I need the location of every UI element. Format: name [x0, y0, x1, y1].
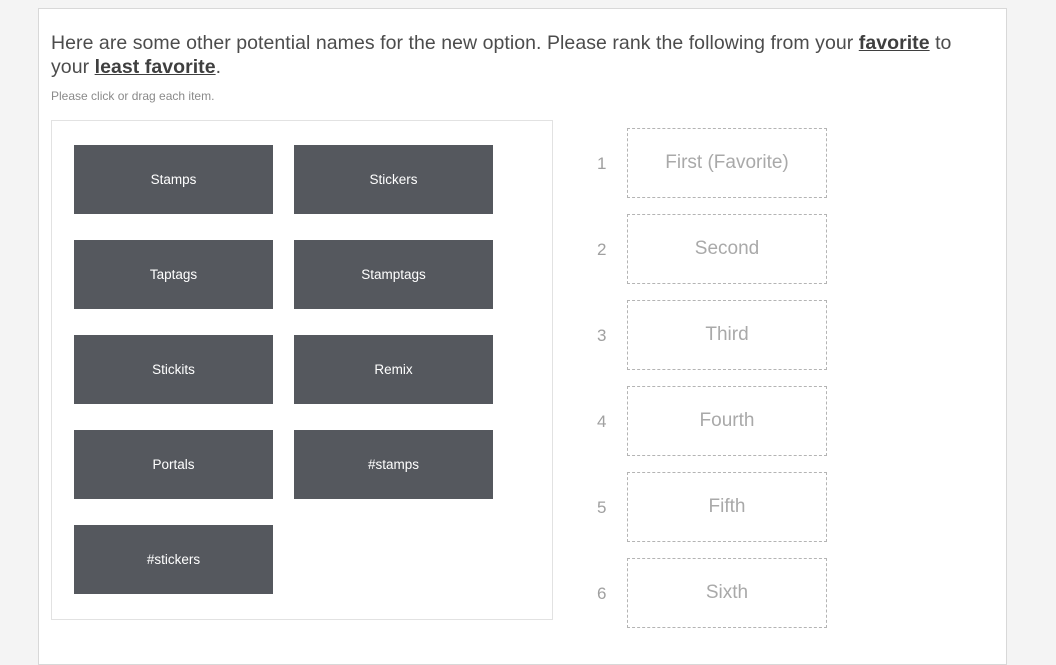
question-block: Here are some other potential names for …: [39, 9, 1006, 104]
item-tile[interactable]: Stickits: [74, 335, 273, 404]
rank-slot-dropzone[interactable]: Third: [627, 300, 827, 370]
item-tile-label: Remix: [374, 362, 413, 377]
rank-slot-number: 3: [597, 325, 607, 345]
rank-slot-number: 5: [597, 497, 607, 517]
item-grid: Stamps Stickers Taptags Stamptags Sticki…: [74, 145, 532, 594]
rank-slot-number: 6: [597, 583, 607, 603]
rank-slot-dropzone[interactable]: Fourth: [627, 386, 827, 456]
item-tile-label: #stamps: [367, 457, 420, 472]
rank-slot-placeholder: Fourth: [699, 410, 755, 431]
favorite-emphasis: favorite: [858, 32, 930, 54]
item-tile-label: #stickers: [146, 552, 201, 567]
rank-slot-row: 3 Third: [597, 300, 827, 370]
least-favorite-emphasis: least favorite: [94, 56, 216, 78]
source-items-panel: Stamps Stickers Taptags Stamptags Sticki…: [51, 120, 553, 620]
item-tile-label: Stickers: [369, 172, 418, 187]
question-lead-text: Here are some other potential names for …: [51, 32, 859, 54]
item-tile[interactable]: Stamptags: [294, 240, 493, 309]
rank-slot-row: 5 Fifth: [597, 472, 827, 542]
instruction-text: Please click or drag each item.: [51, 89, 215, 103]
rank-slot-dropzone[interactable]: Second: [627, 214, 827, 284]
page-title: Here are some other potential names for …: [51, 31, 994, 79]
item-tile-label: Stamps: [150, 172, 197, 187]
rank-slot-number: 2: [597, 239, 607, 259]
rank-slot-dropzone[interactable]: Sixth: [627, 558, 827, 628]
rank-slot-placeholder: Third: [705, 324, 749, 345]
item-tile[interactable]: Taptags: [74, 240, 273, 309]
question-tail-text: .: [215, 56, 222, 78]
rank-slot-number: 4: [597, 411, 607, 431]
item-tile-label: Stamptags: [361, 267, 426, 282]
item-tile[interactable]: #stickers: [74, 525, 273, 594]
rank-slot-placeholder: Second: [694, 238, 760, 259]
item-tile[interactable]: #stamps: [294, 430, 493, 499]
rank-slot-row: 1 First (Favorite): [597, 128, 827, 198]
rank-slot-dropzone[interactable]: Fifth: [627, 472, 827, 542]
item-tile-label: Taptags: [149, 267, 198, 282]
rank-slot-row: 2 Second: [597, 214, 827, 284]
rank-area: Stamps Stickers Taptags Stamptags Sticki…: [39, 120, 1006, 664]
rank-slot-number: 1: [597, 153, 607, 173]
rank-slot-row: 4 Fourth: [597, 386, 827, 456]
item-tile[interactable]: Stamps: [74, 145, 273, 214]
rank-slot-dropzone[interactable]: First (Favorite): [627, 128, 827, 198]
item-tile-label: Stickits: [152, 362, 195, 377]
item-tile[interactable]: Remix: [294, 335, 493, 404]
item-tile[interactable]: Portals: [74, 430, 273, 499]
rank-slot-row: 6 Sixth: [597, 558, 827, 628]
rank-slot-placeholder: Fifth: [708, 496, 746, 517]
survey-card: Here are some other potential names for …: [38, 8, 1007, 665]
item-tile-label: Portals: [152, 457, 195, 472]
item-tile[interactable]: Stickers: [294, 145, 493, 214]
rank-slot-placeholder: Sixth: [705, 582, 749, 603]
rank-slot-placeholder: First (Favorite): [665, 152, 789, 173]
rank-slot-column: 1 First (Favorite) 2 Second 3 Third 4 Fo…: [597, 120, 827, 644]
